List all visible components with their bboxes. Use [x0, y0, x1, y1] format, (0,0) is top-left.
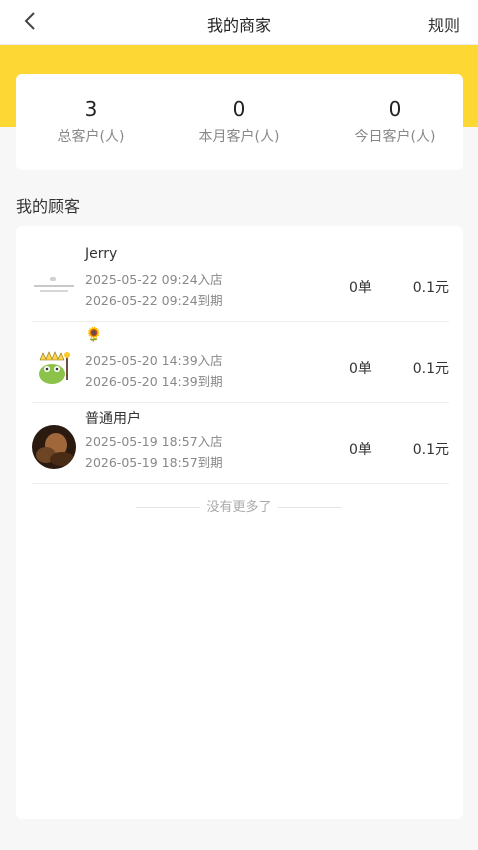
rules-link[interactable]: 规则 — [428, 12, 460, 36]
stat-total-customers: 3 总客户(人) — [16, 96, 166, 146]
stat-value: 3 — [84, 97, 98, 121]
amount: 0.1元 — [412, 280, 449, 296]
customer-name: Jerry — [85, 246, 118, 262]
join-date: 2025-05-20 14:39入店 — [85, 353, 223, 368]
expire-date: 2026-05-20 14:39到期 — [85, 374, 223, 389]
customers-section-title: 我的顾客 — [16, 197, 81, 216]
order-count: 0单 — [349, 280, 372, 296]
stat-month-customers: 0 本月客户(人) — [164, 96, 314, 146]
divider — [277, 507, 342, 508]
stat-label: 今日客户(人) — [354, 129, 436, 145]
order-count: 0单 — [349, 442, 372, 458]
stat-label: 总客户(人) — [57, 129, 125, 145]
order-count: 0单 — [349, 361, 372, 377]
divider — [136, 507, 201, 508]
expire-date: 2026-05-22 09:24到期 — [85, 293, 223, 308]
stats-card: 3 总客户(人) 0 本月客户(人) 0 今日客户(人) — [16, 74, 463, 170]
avatar — [32, 263, 76, 307]
no-more-text: 没有更多了 — [206, 500, 272, 515]
list-item[interactable]: Jerry 2025-05-22 09:24入店 2026-05-22 09:2… — [32, 241, 449, 322]
list-item[interactable]: 🌻 2025-05-20 14:39入店 2026-05-20 14:39到期 … — [32, 322, 449, 403]
avatar — [32, 425, 76, 469]
stat-value: 0 — [232, 97, 246, 121]
join-date: 2025-05-19 18:57入店 — [85, 434, 223, 449]
amount: 0.1元 — [412, 361, 449, 377]
page-title: 我的商家 — [206, 16, 271, 35]
customer-name: 普通用户 — [85, 411, 141, 427]
amount: 0.1元 — [412, 442, 449, 458]
top-nav-bar: 我的商家 规则 — [0, 0, 478, 45]
no-more-indicator: 没有更多了 — [0, 496, 478, 515]
avatar — [32, 344, 76, 388]
stat-label: 本月客户(人) — [198, 129, 280, 145]
customer-list: Jerry 2025-05-22 09:24入店 2026-05-22 09:2… — [16, 226, 463, 819]
join-date: 2025-05-22 09:24入店 — [85, 272, 223, 287]
expire-date: 2026-05-19 18:57到期 — [85, 455, 223, 470]
stat-today-customers: 0 今日客户(人) — [320, 96, 470, 146]
list-item[interactable]: 普通用户 2025-05-19 18:57入店 2026-05-19 18:57… — [32, 403, 449, 484]
stat-value: 0 — [388, 97, 402, 121]
customer-name: 🌻 — [85, 327, 103, 343]
